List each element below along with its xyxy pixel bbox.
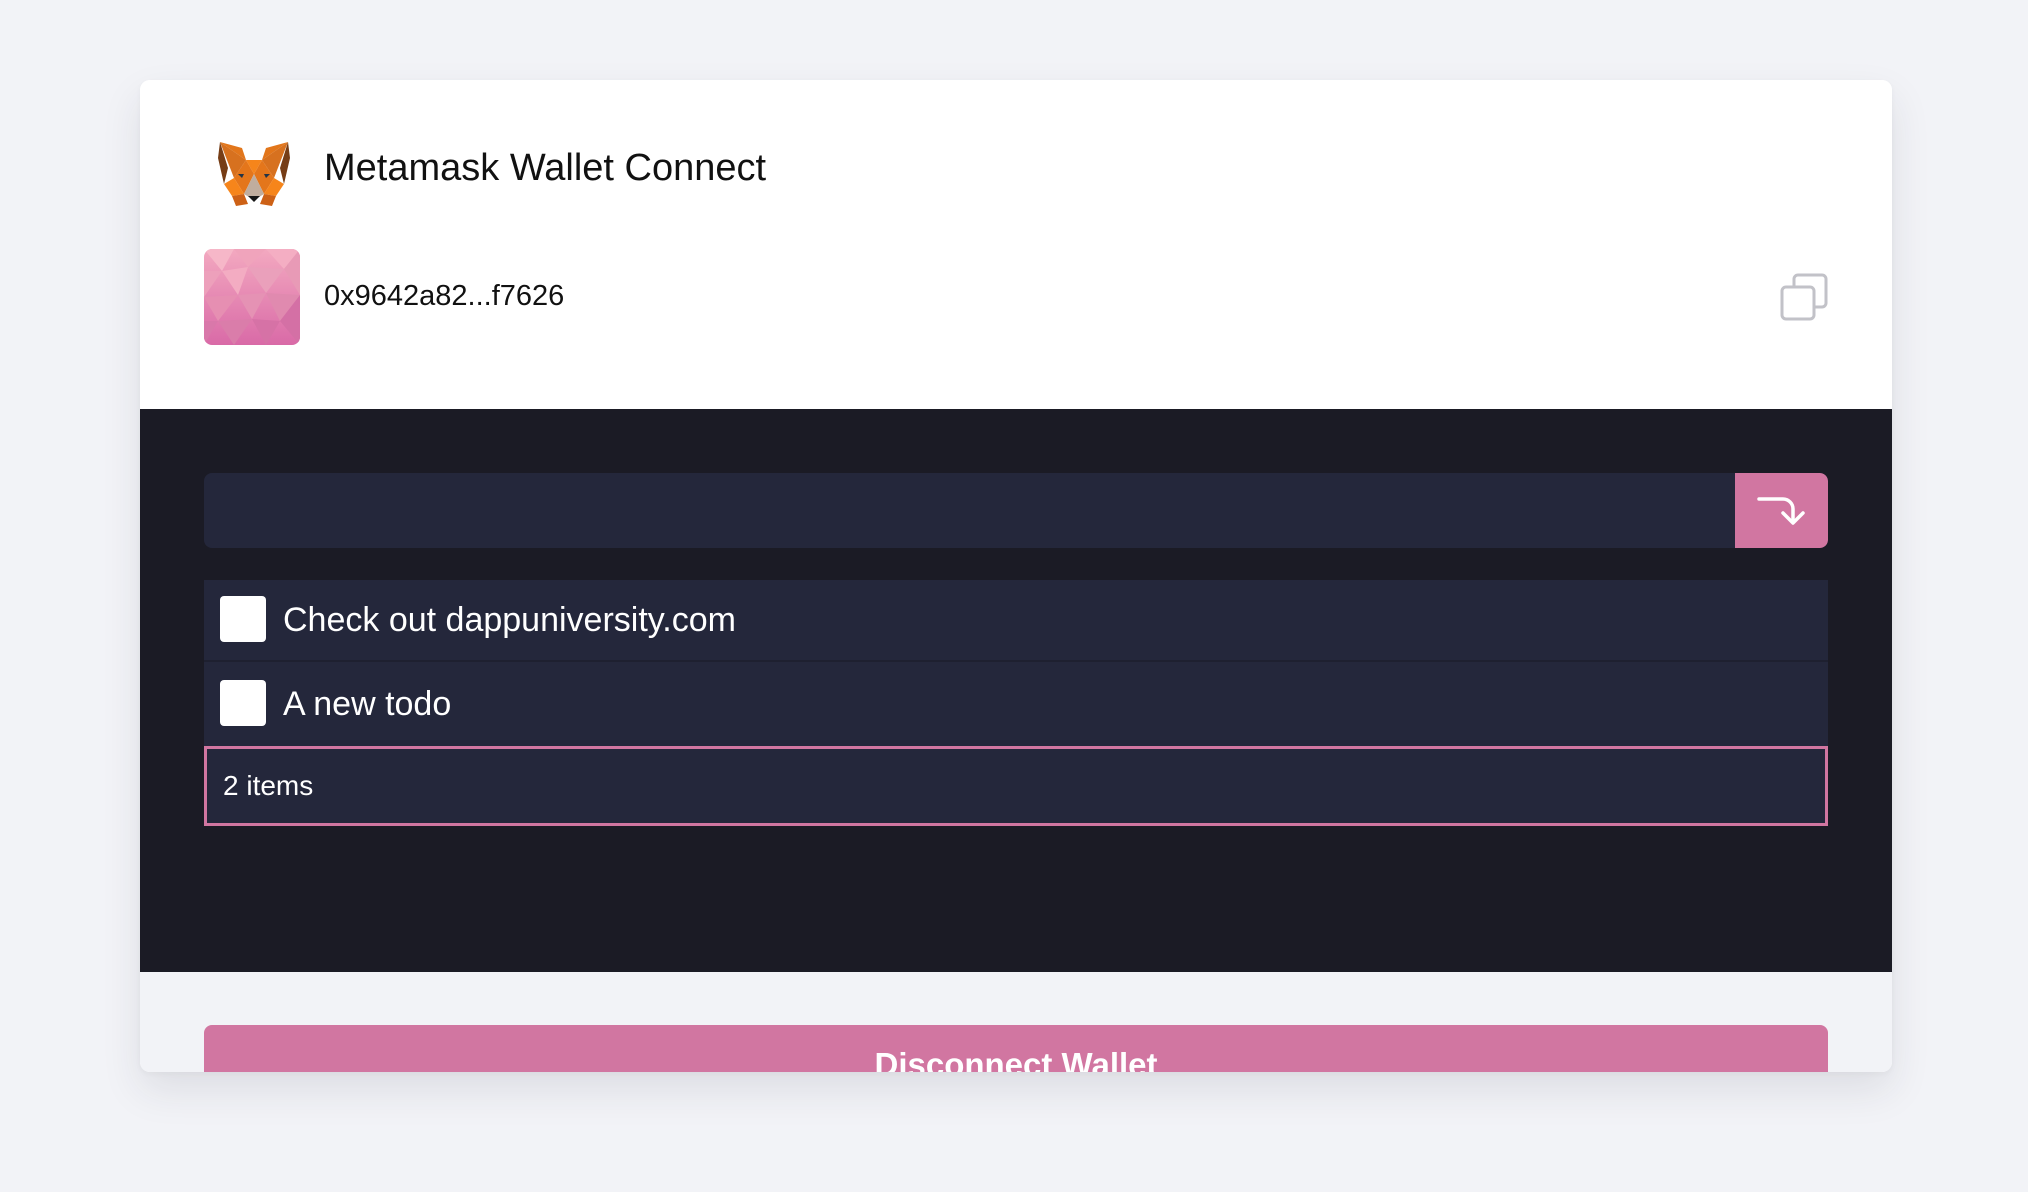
todo-checkbox[interactable] <box>220 596 266 642</box>
page-title: Metamask Wallet Connect <box>324 147 767 189</box>
todo-item: Check out dappuniversity.com <box>204 580 1828 662</box>
todo-checkbox[interactable] <box>220 680 266 726</box>
copy-icon <box>1780 273 1828 321</box>
add-todo-button[interactable] <box>1735 473 1828 548</box>
wallet-header: Metamask Wallet Connect 0x9642a82...f762… <box>140 80 1892 409</box>
disconnect-wallet-button[interactable]: Disconnect Wallet <box>204 1025 1828 1072</box>
wallet-card: Metamask Wallet Connect 0x9642a82...f762… <box>140 80 1892 1072</box>
todo-list: Check out dappuniversity.com A new todo … <box>204 580 1828 826</box>
todo-input[interactable] <box>204 473 1734 548</box>
avatar <box>204 249 300 345</box>
todo-count: 2 items <box>223 770 314 801</box>
todo-item-label: A new todo <box>283 685 452 723</box>
arrow-turn-down-icon <box>1757 497 1805 525</box>
metamask-fox-icon <box>214 138 294 210</box>
todo-panel: Check out dappuniversity.com A new todo … <box>140 409 1892 972</box>
todo-count-bar: 2 items <box>204 746 1828 826</box>
wallet-address: 0x9642a82...f7626 <box>324 280 565 312</box>
card-footer: Disconnect Wallet <box>140 972 1892 1072</box>
copy-address-button[interactable] <box>1780 273 1828 321</box>
todo-input-row <box>204 473 1828 548</box>
todo-item: A new todo <box>204 662 1828 746</box>
todo-item-label: Check out dappuniversity.com <box>283 601 736 639</box>
